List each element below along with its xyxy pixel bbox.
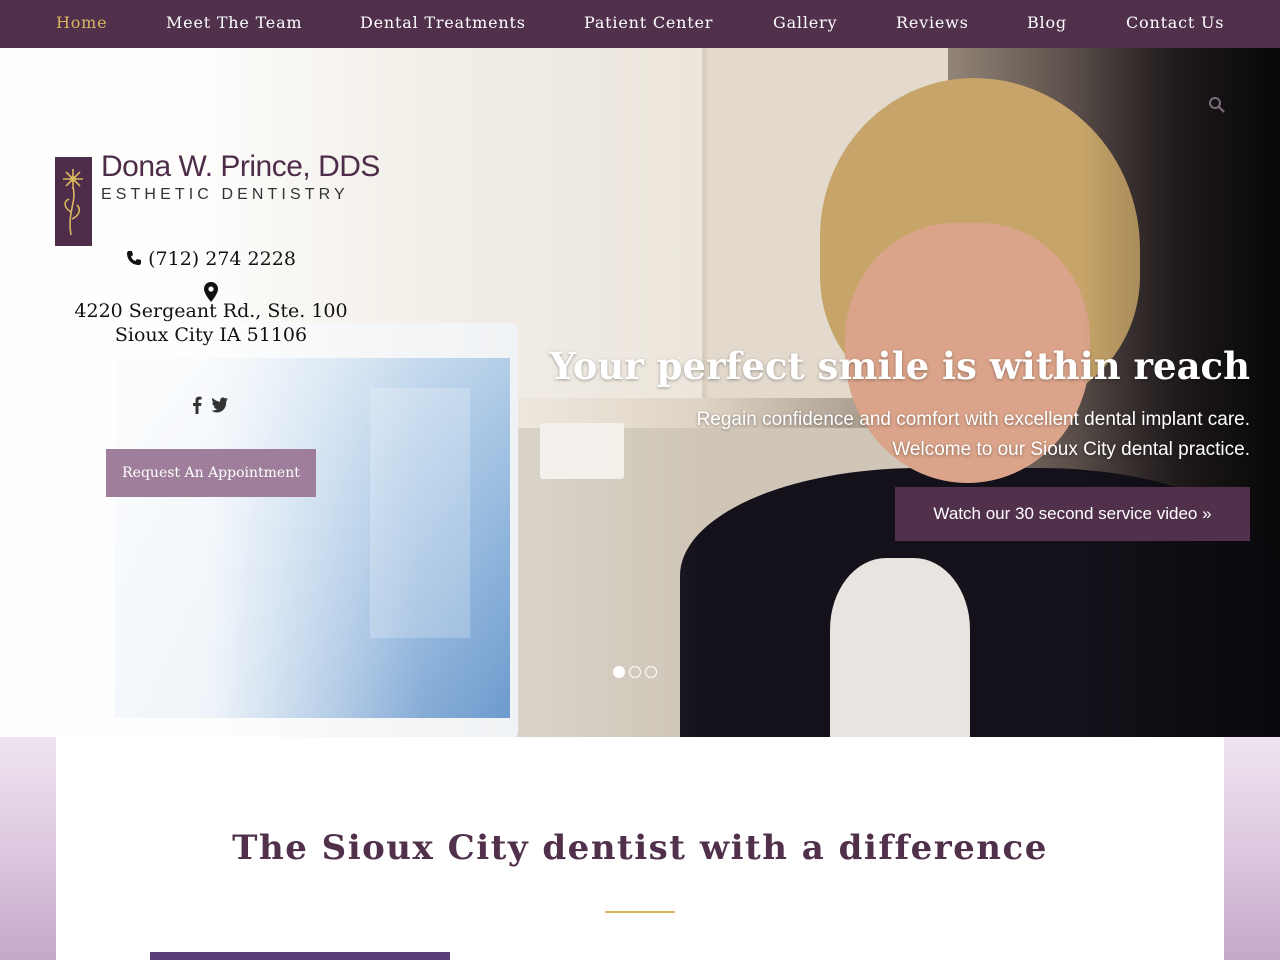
slider-dot-3[interactable] — [645, 666, 657, 678]
nav-item-gallery[interactable]: Gallery — [773, 0, 837, 48]
slider-dot-2[interactable] — [629, 666, 641, 678]
request-appointment-button[interactable]: Request An Appointment — [106, 449, 316, 497]
hero-subline-2: Welcome to our Sioux City dental practic… — [892, 439, 1250, 460]
nav-item-dental-treatments[interactable]: Dental Treatments — [360, 0, 526, 48]
phone-icon — [126, 248, 148, 270]
slider-dots — [613, 663, 661, 678]
phone-text[interactable]: (712) 274 2228 — [148, 248, 296, 270]
search-icon[interactable] — [1208, 96, 1226, 114]
social-links — [190, 396, 232, 414]
watch-video-button[interactable]: Watch our 30 second service video » — [895, 487, 1250, 541]
hero-headline: Your perfect smile is within reach — [549, 344, 1250, 388]
hero-subline-1: Regain confidence and comfort with excel… — [696, 409, 1250, 430]
slider-dot-1[interactable] — [613, 666, 625, 678]
content-tab-bar[interactable] — [150, 952, 450, 960]
twitter-icon[interactable] — [210, 397, 228, 417]
title-divider — [605, 911, 675, 913]
nav-item-patient-center[interactable]: Patient Center — [584, 0, 713, 48]
nav-item-contact-us[interactable]: Contact Us — [1126, 0, 1224, 48]
address-line-1: 4220 Sergeant Rd., Ste. 100 — [74, 300, 348, 322]
nav-item-reviews[interactable]: Reviews — [896, 0, 969, 48]
facebook-icon[interactable] — [192, 396, 202, 418]
main-nav: Home Meet The Team Dental Treatments Pat… — [0, 0, 1280, 48]
section-title: The Sioux City dentist with a difference — [232, 828, 1048, 868]
nav-item-blog[interactable]: Blog — [1027, 0, 1067, 48]
address-line-2: Sioux City IA 51106 — [114, 324, 308, 346]
practice-name[interactable]: Dona W. Prince, DDS — [101, 150, 380, 184]
phone-number[interactable]: (712) 274 2228 — [92, 248, 330, 270]
hero-right-overlay — [1080, 48, 1280, 737]
nav-item-meet-the-team[interactable]: Meet The Team — [166, 0, 302, 48]
practice-tagline: ESTHETIC DENTISTRY — [101, 186, 349, 203]
nav-item-home[interactable]: Home — [56, 0, 107, 48]
map-pin-icon — [204, 282, 218, 302]
hero-photo-shirt — [830, 558, 970, 737]
logo-flower-icon[interactable] — [55, 157, 92, 246]
